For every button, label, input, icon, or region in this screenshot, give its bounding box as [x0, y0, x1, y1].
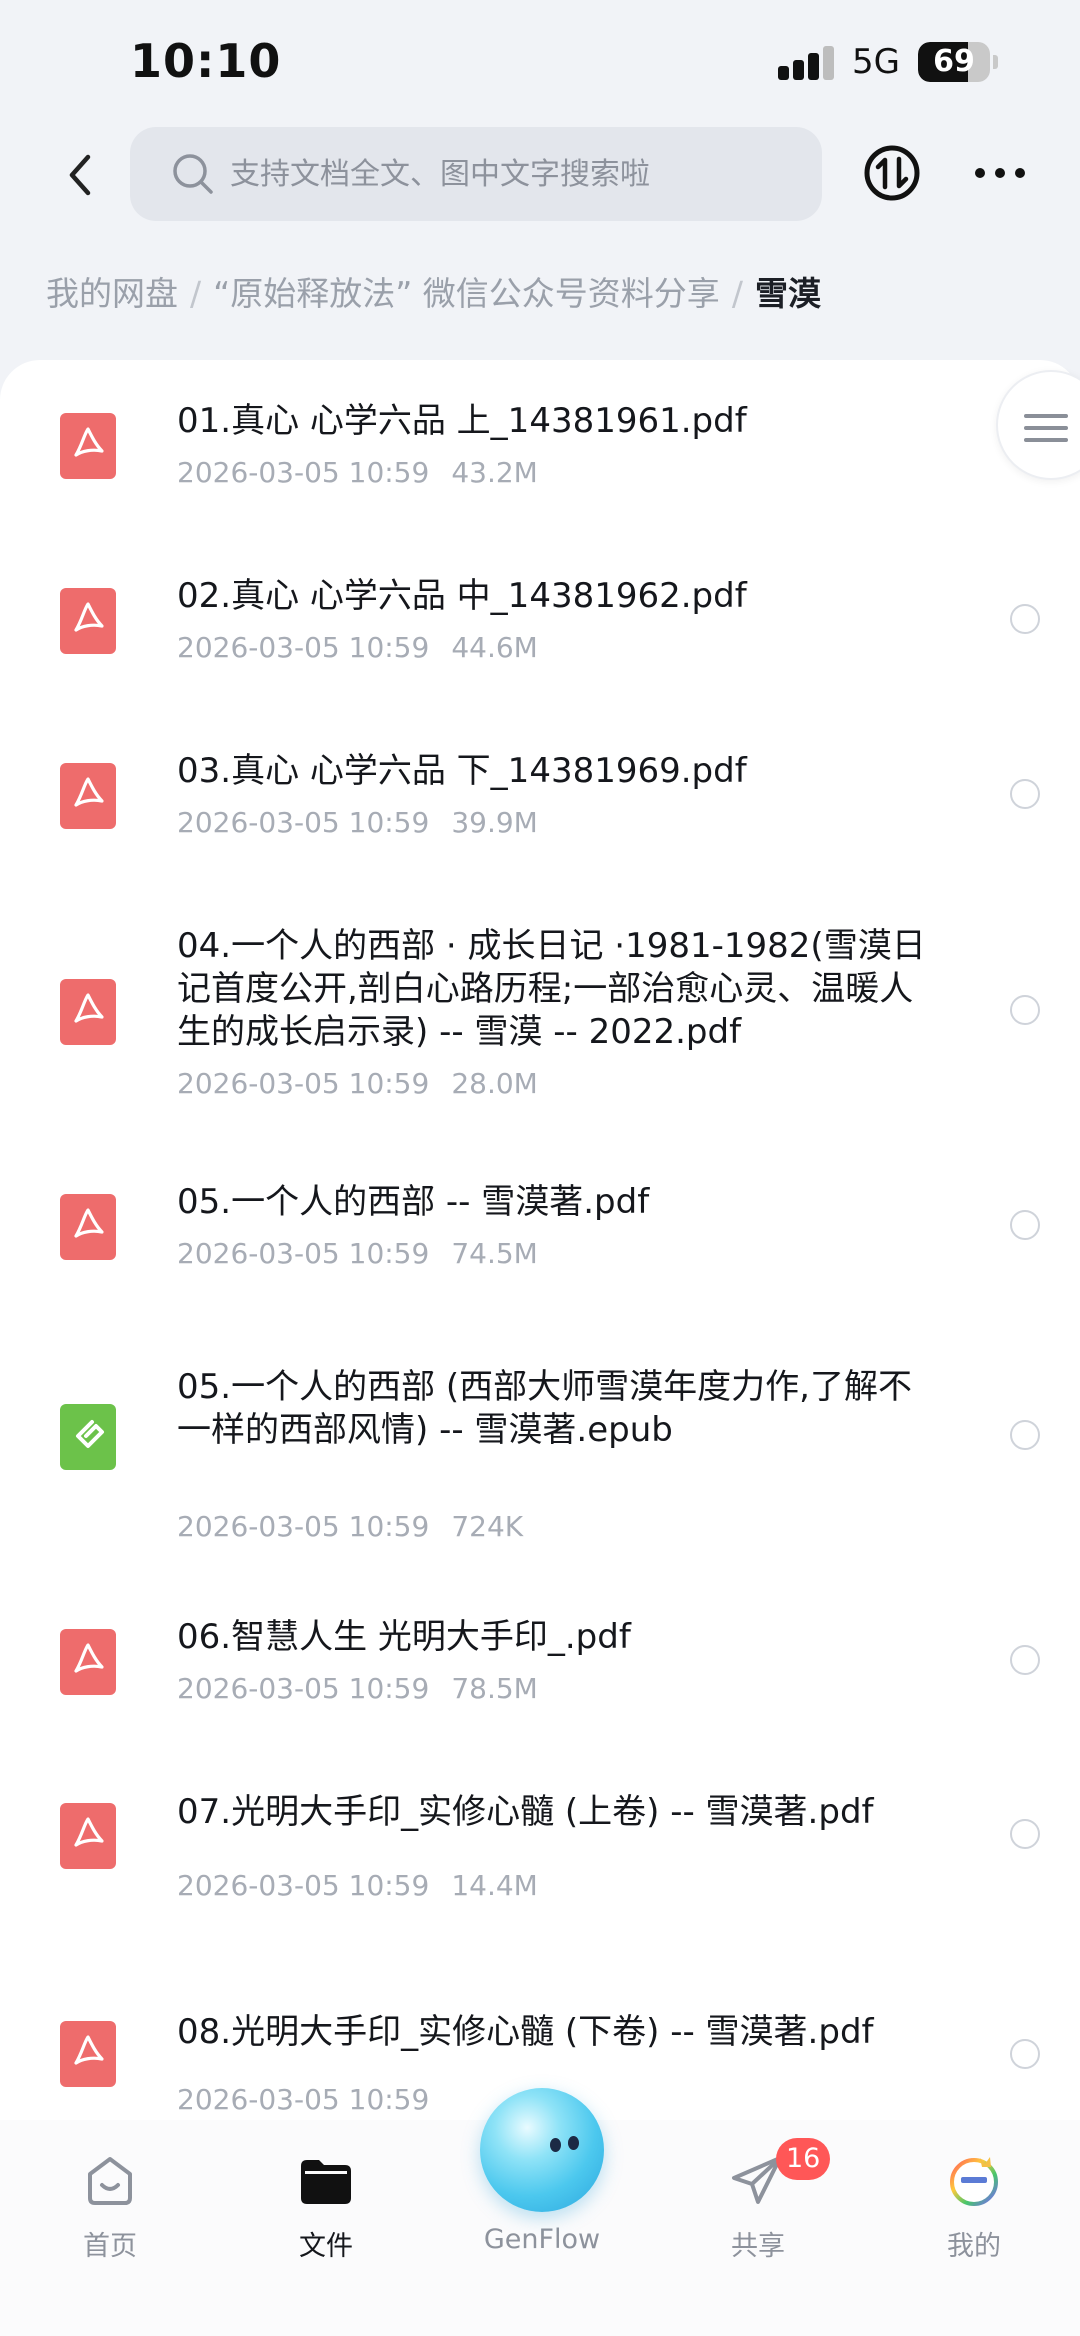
file-row[interactable]: 05.一个人的西部 -- 雪漠著.pdf 2026-03-05 10:59 74.… — [0, 1141, 1080, 1316]
file-name: 06.智慧人生 光明大手印_.pdf — [177, 1617, 631, 1657]
battery-tip — [993, 55, 998, 69]
file-date: 2026-03-05 10:59 — [177, 2083, 430, 2116]
file-meta: 2026-03-05 10:59 28.0M — [177, 1067, 538, 1100]
file-name: 02.真心 心学六品 中_14381962.pdf — [177, 576, 747, 616]
tab-mine[interactable]: 我的 — [884, 2120, 1064, 2262]
orb-eye — [550, 2138, 561, 2152]
file-meta: 2026-03-05 10:59 14.4M — [177, 1869, 538, 1902]
select-radio[interactable] — [1010, 995, 1040, 1025]
file-meta: 2026-03-05 10:59 74.5M — [177, 1237, 538, 1270]
pdf-file-icon — [60, 1629, 116, 1695]
pdf-file-icon — [60, 1194, 116, 1260]
more-icon — [975, 168, 1025, 178]
pdf-file-icon — [60, 588, 116, 654]
pdf-file-icon — [60, 1803, 116, 1869]
select-radio[interactable] — [1010, 1819, 1040, 1849]
tab-home[interactable]: 首页 — [20, 2120, 200, 2262]
orb-eye — [568, 2136, 579, 2150]
file-row[interactable]: 06.智慧人生 光明大手印_.pdf 2026-03-05 10:59 78.5M — [0, 1576, 1080, 1751]
file-size: 28.0M — [451, 1067, 538, 1100]
file-size: 74.5M — [451, 1237, 538, 1270]
network-type: 5G — [852, 42, 900, 82]
transfer-button[interactable] — [862, 143, 922, 203]
breadcrumb-separator: / — [190, 274, 202, 313]
tab-genflow-label: GenFlow — [483, 2224, 601, 2255]
file-date: 2026-03-05 10:59 — [177, 1510, 430, 1543]
top-bar — [0, 125, 1080, 245]
pdf-file-icon — [60, 763, 116, 829]
file-date: 2026-03-05 10:59 — [177, 806, 430, 839]
search-input[interactable] — [230, 127, 790, 221]
battery-icon: 69 — [918, 42, 990, 82]
file-name: 03.真心 心学六品 下_14381969.pdf — [177, 751, 747, 791]
status-time: 10:10 — [130, 34, 282, 88]
tab-mine-label: 我的 — [947, 2231, 1001, 2262]
pdf-file-icon — [60, 413, 116, 479]
file-size: 78.5M — [451, 1672, 538, 1705]
file-name: 05.一个人的西部 -- 雪漠著.pdf — [177, 1182, 650, 1222]
chevron-left-icon — [69, 154, 91, 196]
more-button[interactable] — [972, 143, 1028, 203]
file-size: 14.4M — [451, 1869, 538, 1902]
file-date: 2026-03-05 10:59 — [177, 1237, 430, 1270]
tab-files-label: 文件 — [299, 2231, 353, 2262]
file-row[interactable]: 07.光明大手印_实修心髓 (上卷) -- 雪漠著.pdf 2026-03-05… — [0, 1751, 1080, 1971]
file-date: 2026-03-05 10:59 — [177, 631, 430, 664]
breadcrumb: 我的网盘 / “原始释放法” 微信公众号资料分享 / 雪漠 — [46, 268, 1066, 320]
folder-icon — [301, 2160, 351, 2204]
file-date: 2026-03-05 10:59 — [177, 456, 430, 489]
tab-home-label: 首页 — [83, 2231, 137, 2262]
file-size: 39.9M — [451, 806, 538, 839]
select-radio[interactable] — [1010, 1645, 1040, 1675]
file-size: 44.6M — [451, 631, 538, 664]
file-row[interactable]: 01.真心 心学六品 上_14381961.pdf 2026-03-05 10:… — [0, 360, 1080, 535]
file-date: 2026-03-05 10:59 — [177, 1869, 430, 1902]
file-meta: 2026-03-05 10:59 724K — [177, 1510, 523, 1543]
status-bar: 10:10 5G 69 — [0, 0, 1080, 125]
select-radio[interactable] — [1010, 604, 1040, 634]
file-row[interactable]: 03.真心 心学六品 下_14381969.pdf 2026-03-05 10:… — [0, 710, 1080, 885]
breadcrumb-current: 雪漠 — [754, 274, 821, 313]
tab-share-label: 共享 — [731, 2231, 785, 2262]
breadcrumb-separator: / — [731, 274, 743, 313]
select-radio[interactable] — [1010, 1210, 1040, 1240]
file-meta: 2026-03-05 10:59 — [177, 2083, 451, 2116]
back-button[interactable] — [52, 145, 112, 205]
search-bar[interactable] — [130, 127, 822, 221]
file-date: 2026-03-05 10:59 — [177, 1672, 430, 1705]
file-list: 01.真心 心学六品 上_14381961.pdf 2026-03-05 10:… — [0, 360, 1080, 2120]
genflow-orb-icon[interactable] — [480, 2088, 604, 2212]
breadcrumb-item-folder[interactable]: “原始释放法” 微信公众号资料分享 — [213, 274, 720, 313]
pdf-file-icon — [60, 979, 116, 1045]
file-meta: 2026-03-05 10:59 44.6M — [177, 631, 538, 664]
file-name: 07.光明大手印_实修心髓 (上卷) -- 雪漠著.pdf — [177, 1792, 874, 1832]
signal-icon — [778, 44, 834, 80]
select-radio[interactable] — [1010, 779, 1040, 809]
file-meta: 2026-03-05 10:59 39.9M — [177, 806, 538, 839]
tab-files[interactable]: 文件 — [236, 2120, 416, 2262]
file-date: 2026-03-05 10:59 — [177, 1067, 430, 1100]
battery-level: 69 — [933, 44, 975, 79]
file-size: 43.2M — [451, 456, 538, 489]
pdf-file-icon — [60, 2021, 116, 2087]
select-radio[interactable] — [1010, 1420, 1040, 1450]
file-row[interactable]: 04.一个人的西部 · 成长日记 ·1981-1982(雪漠日记首度公开,剖白心… — [0, 885, 1080, 1141]
file-size: 724K — [451, 1510, 524, 1543]
breadcrumb-item-my-drive[interactable]: 我的网盘 — [46, 274, 178, 313]
avatar-icon — [950, 2157, 998, 2206]
share-badge: 16 — [776, 2138, 831, 2180]
select-radio[interactable] — [1010, 2039, 1040, 2069]
file-row[interactable]: 05.一个人的西部 (西部大师雪漠年度力作,了解不一样的西部风情) -- 雪漠著… — [0, 1316, 1080, 1576]
file-name: 05.一个人的西部 (西部大师雪漠年度力作,了解不一样的西部风情) -- 雪漠著… — [177, 1367, 912, 1450]
epub-file-icon — [60, 1404, 116, 1470]
search-icon — [173, 154, 213, 194]
file-meta: 2026-03-05 10:59 78.5M — [177, 1672, 538, 1705]
file-name: 01.真心 心学六品 上_14381961.pdf — [177, 401, 747, 441]
file-meta: 2026-03-05 10:59 43.2M — [177, 456, 538, 489]
home-icon — [88, 2157, 132, 2205]
file-row[interactable]: 02.真心 心学六品 中_14381962.pdf 2026-03-05 10:… — [0, 535, 1080, 710]
file-name: 08.光明大手印_实修心髓 (下卷) -- 雪漠著.pdf — [177, 2012, 874, 2052]
transfer-icon — [864, 145, 920, 201]
file-name: 04.一个人的西部 · 成长日记 ·1981-1982(雪漠日记首度公开,剖白心… — [177, 926, 926, 1052]
